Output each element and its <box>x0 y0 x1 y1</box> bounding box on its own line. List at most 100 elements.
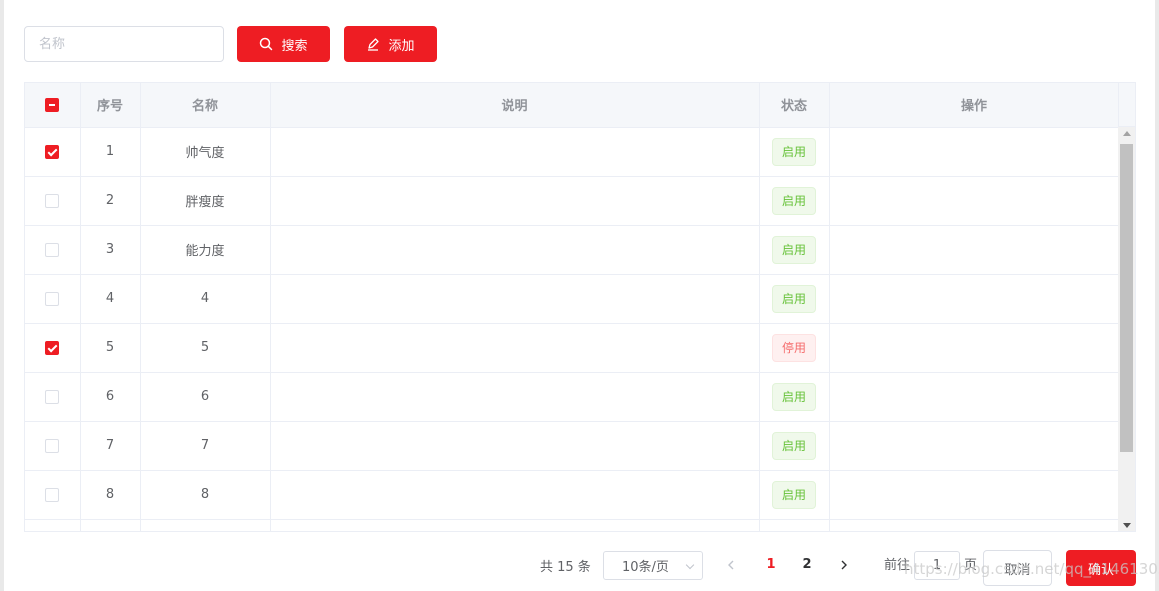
table-row[interactable]: 6 6 启用 <box>25 372 1120 422</box>
row-checkbox[interactable] <box>45 438 60 453</box>
data-table: 序号 名称 说明 状态 操作 1 帅气度 启用 2 胖瘦度 启用 3 能力度 启用 4 4 启用 5 5 停… <box>24 82 1136 532</box>
row-checkbox[interactable] <box>45 193 60 208</box>
row-select-cell[interactable] <box>25 127 81 177</box>
row-index: 4 <box>80 274 141 324</box>
row-name <box>140 519 271 531</box>
row-status <box>759 519 830 531</box>
page-number-1[interactable]: 1 <box>759 551 783 579</box>
add-button[interactable]: 添加 <box>344 26 437 62</box>
confirm-button[interactable]: 确认 <box>1066 550 1136 586</box>
row-name: 7 <box>140 421 271 471</box>
table-row[interactable]: 1 帅气度 启用 <box>25 127 1120 177</box>
row-name: 4 <box>140 274 271 324</box>
table-row[interactable]: 7 7 启用 <box>25 421 1120 471</box>
row-status: 启用 <box>759 274 830 324</box>
row-select-cell[interactable] <box>25 323 81 373</box>
table-row[interactable] <box>25 519 1120 531</box>
row-description <box>270 127 760 177</box>
status-badge: 启用 <box>771 480 816 509</box>
row-actions <box>829 176 1120 226</box>
row-actions <box>829 323 1120 373</box>
row-select-cell[interactable] <box>25 225 81 275</box>
row-actions <box>829 519 1120 531</box>
row-description <box>270 274 760 324</box>
column-header-name: 名称 <box>140 83 271 128</box>
row-select-cell[interactable] <box>25 372 81 422</box>
column-header-actions: 操作 <box>829 83 1120 128</box>
search-button[interactable]: 搜索 <box>237 26 330 62</box>
table-header-row: 序号 名称 说明 状态 操作 <box>25 83 1120 128</box>
row-name: 帅气度 <box>140 127 271 177</box>
chevron-down-icon <box>685 560 695 570</box>
row-checkbox[interactable] <box>45 291 60 306</box>
row-index: 7 <box>80 421 141 471</box>
search-input[interactable] <box>24 26 224 62</box>
row-checkbox[interactable] <box>45 340 60 355</box>
next-page-button[interactable] <box>838 557 850 573</box>
row-select-cell[interactable] <box>25 470 81 520</box>
row-name: 胖瘦度 <box>140 176 271 226</box>
row-index <box>80 519 141 531</box>
row-checkbox[interactable] <box>45 487 60 502</box>
row-actions <box>829 421 1120 471</box>
prev-page-button[interactable] <box>725 557 737 573</box>
select-all-checkbox[interactable] <box>45 97 60 112</box>
row-select-cell[interactable] <box>25 421 81 471</box>
row-select-cell[interactable] <box>25 176 81 226</box>
table-row[interactable]: 5 5 停用 <box>25 323 1120 373</box>
table-row[interactable]: 8 8 启用 <box>25 470 1120 520</box>
row-description <box>270 225 760 275</box>
goto-page-input[interactable] <box>914 551 960 580</box>
status-badge: 启用 <box>771 235 816 264</box>
header-gutter <box>1118 83 1135 127</box>
row-actions <box>829 127 1120 177</box>
row-index: 3 <box>80 225 141 275</box>
row-status: 停用 <box>759 323 830 373</box>
column-header-status: 状态 <box>759 83 830 128</box>
row-status: 启用 <box>759 421 830 471</box>
row-index: 2 <box>80 176 141 226</box>
scroll-thumb[interactable] <box>1120 144 1133 452</box>
goto-label: 前往 <box>884 558 911 573</box>
column-header-index: 序号 <box>80 83 141 128</box>
row-status: 启用 <box>759 372 830 422</box>
row-status: 启用 <box>759 470 830 520</box>
row-name: 6 <box>140 372 271 422</box>
status-badge: 启用 <box>771 382 816 411</box>
scroll-down-arrow-icon[interactable] <box>1123 523 1131 528</box>
row-description <box>270 323 760 373</box>
status-badge: 启用 <box>771 186 816 215</box>
table-row[interactable]: 3 能力度 启用 <box>25 225 1120 275</box>
row-actions <box>829 225 1120 275</box>
row-name: 5 <box>140 323 271 373</box>
table-row[interactable]: 2 胖瘦度 启用 <box>25 176 1120 226</box>
scroll-up-arrow-icon[interactable] <box>1123 131 1131 136</box>
row-checkbox[interactable] <box>45 389 60 404</box>
row-index: 1 <box>80 127 141 177</box>
table-row[interactable]: 4 4 启用 <box>25 274 1120 324</box>
status-badge: 启用 <box>771 431 816 460</box>
row-status: 启用 <box>759 176 830 226</box>
status-badge: 启用 <box>771 137 816 166</box>
row-description <box>270 176 760 226</box>
toolbar: 搜索 添加 <box>24 26 437 62</box>
row-select-cell[interactable] <box>25 519 81 531</box>
status-badge: 启用 <box>771 284 816 313</box>
select-all-cell[interactable] <box>25 83 81 128</box>
table-scrollbar[interactable] <box>1118 127 1135 531</box>
dialog-right-edge <box>1155 0 1159 591</box>
column-header-description: 说明 <box>270 83 760 128</box>
page-size-select[interactable]: 10条/页 <box>603 551 703 580</box>
row-checkbox[interactable] <box>45 242 60 257</box>
cancel-button[interactable]: 取消 <box>983 550 1052 586</box>
page-number-2[interactable]: 2 <box>795 551 819 579</box>
edit-icon <box>368 38 380 51</box>
row-description <box>270 470 760 520</box>
row-select-cell[interactable] <box>25 274 81 324</box>
row-checkbox[interactable] <box>45 144 60 159</box>
row-index: 5 <box>80 323 141 373</box>
row-actions <box>829 372 1120 422</box>
page-size-value: 10条/页 <box>622 560 669 575</box>
row-actions <box>829 274 1120 324</box>
row-actions <box>829 470 1120 520</box>
